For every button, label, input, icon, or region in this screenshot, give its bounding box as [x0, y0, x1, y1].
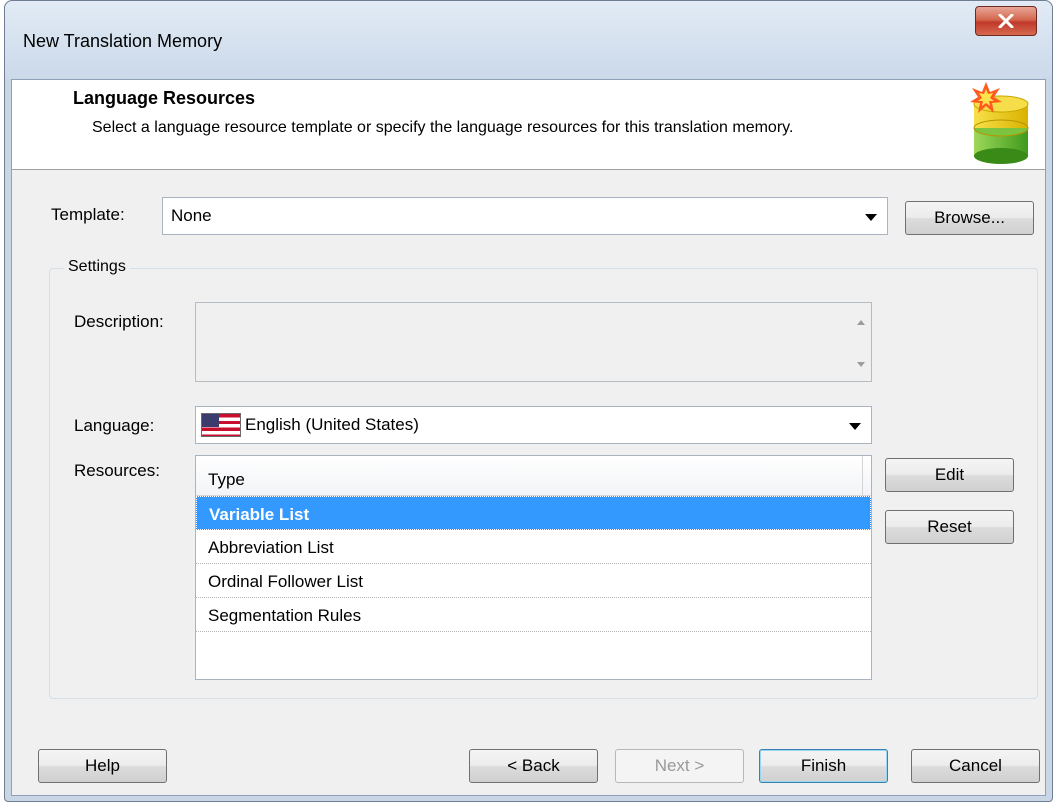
cancel-button-label: Cancel	[949, 756, 1002, 775]
back-button[interactable]: < Back	[469, 749, 598, 783]
template-dropdown[interactable]: None	[162, 197, 888, 235]
settings-group-title: Settings	[64, 258, 130, 276]
page-subtitle: Select a language resource template or s…	[92, 119, 794, 136]
resource-row-segmentation-rules[interactable]: Segmentation Rules	[196, 598, 871, 632]
close-button[interactable]	[975, 6, 1037, 36]
description-scrollbar[interactable]	[851, 303, 871, 381]
dialog-window: New Translation Memory Language Resource…	[4, 0, 1053, 802]
resource-row-label: Ordinal Follower List	[208, 572, 363, 591]
page-title: Language Resources	[73, 88, 256, 108]
browse-button-label: Browse...	[934, 208, 1005, 227]
resources-label: Resources:	[74, 461, 160, 480]
scroll-down-icon[interactable]	[857, 362, 865, 367]
cancel-button[interactable]: Cancel	[911, 749, 1040, 783]
scroll-up-icon[interactable]	[857, 320, 865, 325]
resources-list[interactable]: Type Variable List Abbreviation List Ord…	[195, 455, 872, 680]
language-dropdown[interactable]: English (United States)	[195, 406, 872, 444]
title-bar: New Translation Memory	[5, 1, 1052, 79]
finish-button-label: Finish	[800, 756, 847, 775]
help-button[interactable]: Help	[38, 749, 167, 783]
edit-button[interactable]: Edit	[885, 458, 1014, 492]
browse-button[interactable]: Browse...	[905, 201, 1034, 235]
resource-row-ordinal-follower-list[interactable]: Ordinal Follower List	[196, 564, 871, 598]
description-field	[195, 302, 872, 382]
language-label: Language:	[74, 416, 155, 435]
chevron-down-icon	[865, 214, 877, 221]
next-button[interactable]: Next >	[615, 749, 744, 783]
reset-button-label: Reset	[927, 517, 972, 536]
wizard-header: Language Resources Select a language res…	[12, 80, 1045, 170]
database-icon	[970, 82, 1029, 164]
reset-button[interactable]: Reset	[885, 510, 1014, 544]
description-label: Description:	[74, 312, 164, 331]
type-column-label: Type	[208, 470, 245, 489]
language-value: English (United States)	[245, 415, 419, 434]
finish-button[interactable]: Finish	[759, 749, 888, 783]
help-button-label: Help	[85, 756, 120, 775]
us-flag-icon	[201, 413, 241, 437]
chevron-down-icon	[849, 423, 861, 430]
resource-row-label: Variable List	[209, 505, 310, 524]
resource-row-label: Abbreviation List	[208, 538, 334, 557]
resource-row-variable-list[interactable]: Variable List	[196, 496, 871, 530]
resources-column-header[interactable]: Type	[196, 456, 871, 496]
dialog-client-area: Language Resources Select a language res…	[11, 79, 1046, 796]
next-button-label: Next >	[654, 756, 705, 775]
close-icon	[998, 14, 1014, 28]
resource-row-label: Segmentation Rules	[208, 606, 362, 625]
back-button-label: < Back	[507, 756, 560, 775]
resource-row-abbreviation-list[interactable]: Abbreviation List	[196, 530, 871, 564]
edit-button-label: Edit	[934, 465, 965, 484]
template-value: None	[171, 206, 212, 225]
window-title: New Translation Memory	[23, 31, 223, 51]
template-label: Template:	[51, 205, 125, 224]
